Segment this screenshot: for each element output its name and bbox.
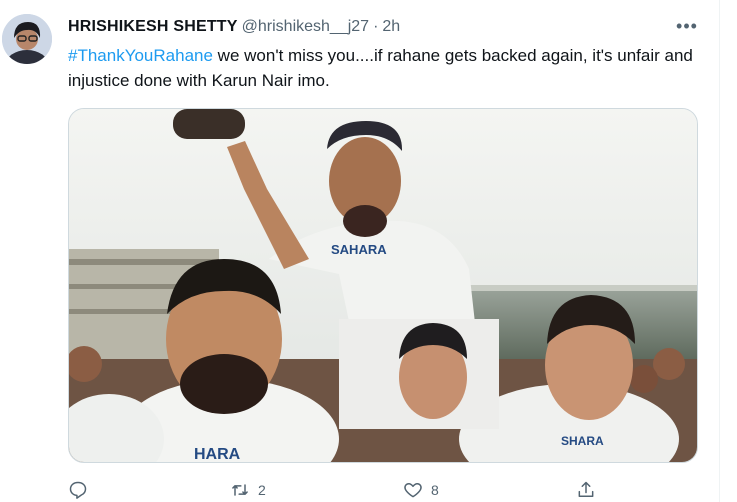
jersey-text-2: HARA	[194, 446, 241, 463]
tweet-image[interactable]: SAHARA HARA SHARA	[68, 108, 698, 463]
jersey-text-1: SAHARA	[331, 242, 387, 257]
hashtag-link[interactable]: #ThankYouRahane	[68, 46, 213, 65]
display-name[interactable]: HRISHIKESH SHETTY	[68, 18, 238, 36]
like-count: 8	[431, 482, 439, 498]
avatar[interactable]	[2, 14, 52, 64]
retweet-icon	[232, 484, 248, 496]
reply-icon	[69, 481, 87, 499]
share-icon	[578, 481, 594, 497]
ellipsis-icon[interactable]: •••	[674, 14, 700, 38]
timeline-border	[719, 0, 720, 502]
retweet-count: 2	[258, 482, 266, 498]
tweet[interactable]: HRISHIKESH SHETTY @hrishikesh__j27 · 2h …	[0, 0, 719, 502]
separator-dot: ·	[373, 18, 379, 35]
reply-button[interactable]	[68, 478, 96, 502]
tweet-header: HRISHIKESH SHETTY @hrishikesh__j27 · 2h	[68, 16, 400, 38]
heart-icon	[404, 483, 422, 498]
tweet-actions: 2 8	[68, 478, 708, 502]
retweet-button[interactable]: 2	[230, 478, 266, 502]
share-button[interactable]	[576, 478, 604, 502]
jersey-text-3: SHARA	[561, 434, 604, 448]
tweet-text: #ThankYouRahane we won't miss you....if …	[68, 43, 708, 93]
tweet-time[interactable]: 2h	[382, 18, 400, 36]
user-handle[interactable]: @hrishikesh__j27	[242, 18, 369, 36]
like-button[interactable]: 8	[403, 478, 439, 502]
